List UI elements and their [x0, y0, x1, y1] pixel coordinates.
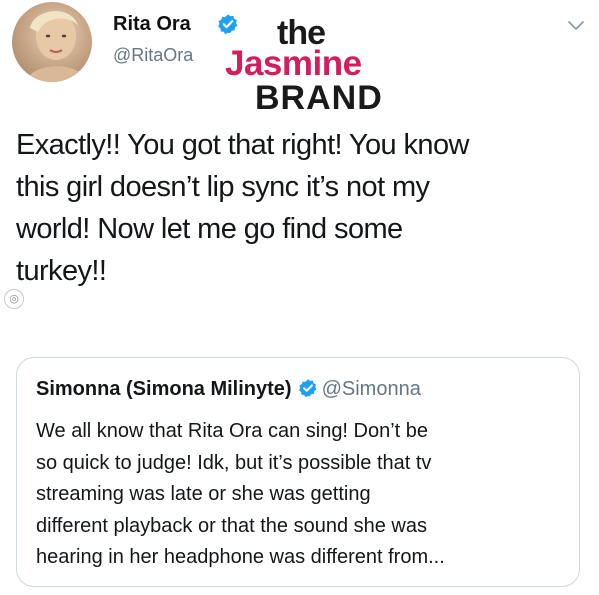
quoted-text-line: different playback or that the sound she…	[36, 514, 427, 537]
verified-badge-icon	[298, 379, 316, 398]
quoted-tweet-text: We all know that Rita Ora can sing! Don’…	[36, 416, 566, 574]
quoted-author-name[interactable]: Simonna (Simona Milinyte)	[36, 378, 292, 400]
tweet-text: Exactly!! You got that right! You know t…	[16, 124, 591, 292]
quoted-text-line: streaming was late or she was getting	[36, 483, 371, 505]
author-name[interactable]: Rita Ora	[113, 13, 191, 36]
tweet-text-line: turkey!!	[16, 255, 107, 287]
watermark-brand: BRAND	[255, 79, 383, 117]
screenshot-edge-marker: ◎	[4, 289, 24, 309]
quoted-text-line: so quick to judge! Idk, but it’s possibl…	[36, 451, 432, 474]
tweet-text-line: this girl doesn’t lip sync it’s not my	[16, 171, 430, 203]
tweet-text-line: world! Now let me go find some	[16, 213, 403, 245]
avatar-photo	[26, 11, 86, 82]
tweet-text-line: Exactly!! You got that right! You know	[16, 129, 469, 161]
watermark-jasmine: Jasmine	[225, 44, 362, 83]
quoted-author-handle[interactable]: @Simonna	[322, 378, 421, 400]
quoted-tweet-card[interactable]: Simonna (Simona Milinyte) @Simonna We al…	[16, 357, 580, 587]
avatar[interactable]	[12, 2, 92, 82]
chevron-down-icon[interactable]	[567, 20, 585, 32]
quoted-text-line: We all know that Rita Ora can sing! Don’…	[36, 420, 429, 442]
quoted-text-line: hearing in her headphone was different f…	[36, 546, 445, 568]
quoted-tweet-header: Simonna (Simona Milinyte) @Simonna	[36, 378, 421, 401]
author-handle[interactable]: @RitaOra	[113, 45, 193, 66]
watermark-logo: the Jasmine BRAND	[220, 12, 410, 122]
